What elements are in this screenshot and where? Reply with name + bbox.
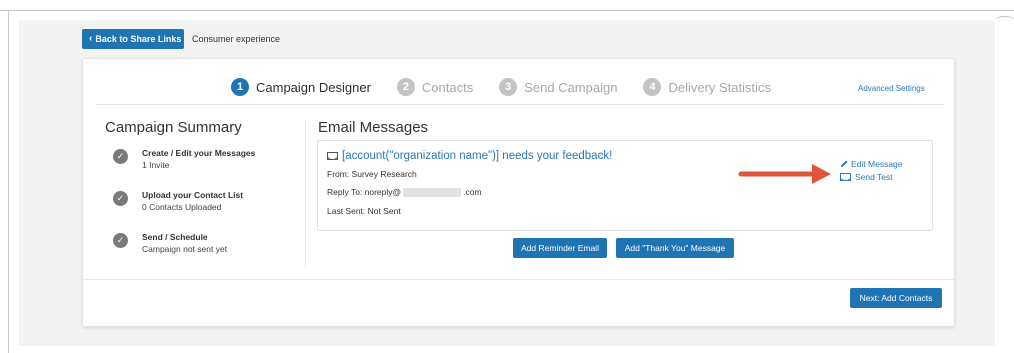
step-contacts[interactable]: 2 Contacts: [396, 78, 474, 96]
back-to-share-links-button[interactable]: ‹ Back to Share Links: [82, 29, 184, 49]
step-number: 1: [231, 78, 249, 96]
send-test-label: Send Test: [855, 171, 893, 182]
summary-item-schedule: ✓ Send / Schedule Campaign not sent yet: [113, 231, 227, 255]
email-reply-to: Reply To: noreply@ .com: [327, 187, 482, 198]
step-label: Campaign Designer: [256, 79, 371, 95]
summary-item-title: Create / Edit your Messages: [142, 148, 256, 158]
redacted-domain: [403, 188, 462, 198]
envelope-icon: [327, 152, 338, 160]
add-thank-you-message-button[interactable]: Add "Thank You" Message: [616, 238, 734, 258]
email-actions: Edit Message Send Test: [840, 157, 903, 183]
column-divider: [305, 119, 306, 267]
footer-divider: [83, 279, 954, 280]
window-corner: [995, 16, 1014, 24]
breadcrumb: Consumer experience: [192, 34, 281, 44]
back-button-label: Back to Share Links: [95, 34, 182, 44]
email-last-sent: Last Sent: Not Sent: [327, 206, 401, 216]
edit-message-link[interactable]: Edit Message: [840, 157, 903, 170]
summary-item-detail: 0 Contacts Uploaded: [142, 202, 222, 212]
window-border-top: [0, 10, 1014, 11]
check-circle-icon: ✓: [113, 191, 128, 206]
step-navigation: 1 Campaign Designer 2 Contacts 3 Send Ca…: [231, 78, 797, 96]
summary-item-contacts: ✓ Upload your Contact List 0 Contacts Up…: [113, 189, 243, 213]
next-add-contacts-button[interactable]: Next: Add Contacts: [850, 288, 942, 308]
step-label: Contacts: [421, 79, 474, 95]
summary-item-messages: ✓ Create / Edit your Messages 1 Invite: [113, 147, 255, 171]
step-campaign-designer[interactable]: 1 Campaign Designer: [231, 78, 371, 96]
envelope-icon: [840, 172, 851, 181]
summary-item-title: Upload your Contact List: [142, 190, 244, 200]
pencil-icon: [840, 160, 848, 168]
step-label: Send Campaign: [524, 79, 618, 95]
email-subject: [account("organization name")] needs you…: [342, 150, 613, 162]
advanced-settings-link[interactable]: Advanced Settings: [858, 84, 925, 93]
chevron-left-icon: ‹: [89, 33, 93, 44]
campaign-summary-title: Campaign Summary: [105, 119, 242, 136]
step-delivery-statistics[interactable]: 4 Delivery Statistics: [643, 78, 771, 96]
summary-item-title: Send / Schedule: [142, 232, 208, 242]
step-label: Delivery Statistics: [668, 79, 772, 95]
email-message-card: [account("organization name")] needs you…: [317, 140, 933, 231]
check-circle-icon: ✓: [113, 149, 128, 164]
check-circle-icon: ✓: [113, 233, 128, 248]
campaign-card: 1 Campaign Designer 2 Contacts 3 Send Ca…: [82, 58, 955, 327]
email-from: From: Survey Research: [327, 169, 417, 179]
email-subject-link[interactable]: [account("organization name")] needs you…: [327, 150, 612, 162]
send-test-link[interactable]: Send Test: [840, 170, 903, 183]
step-send-campaign[interactable]: 3 Send Campaign: [499, 78, 617, 96]
red-arrow-icon: [738, 164, 831, 184]
email-messages-title: Email Messages: [318, 119, 429, 136]
step-number: 4: [643, 78, 662, 96]
edit-message-label: Edit Message: [851, 158, 903, 169]
summary-item-detail: Campaign not sent yet: [142, 244, 228, 254]
add-reminder-email-button[interactable]: Add Reminder Email: [513, 238, 607, 258]
reply-to-prefix: Reply To: noreply@: [327, 187, 402, 197]
window-border-left: [8, 10, 9, 353]
header-divider: [96, 104, 944, 105]
step-number: 2: [396, 78, 415, 96]
reply-to-suffix: .com: [463, 187, 482, 197]
step-number: 3: [499, 78, 518, 96]
summary-item-detail: 1 Invite: [142, 160, 170, 170]
